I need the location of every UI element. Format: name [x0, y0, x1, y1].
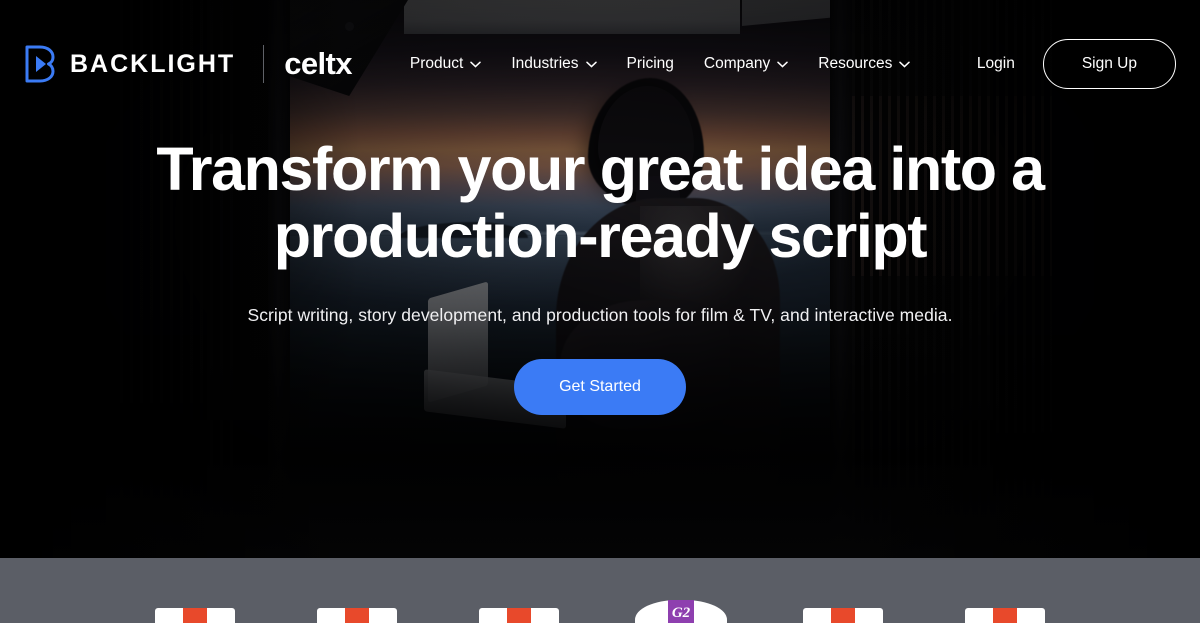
badge-tab-icon — [507, 608, 531, 623]
hero-subheading: Script writing, story development, and p… — [247, 305, 953, 326]
g2-logo-icon: G2 — [668, 600, 694, 623]
sign-up-button[interactable]: Sign Up — [1042, 39, 1176, 89]
nav-item-resources[interactable]: Resources — [818, 55, 911, 73]
get-started-button[interactable]: Get Started — [514, 359, 686, 416]
badge-tab-icon — [345, 608, 369, 623]
nav-item-pricing[interactable]: Pricing — [627, 55, 674, 73]
brand-name: BACKLIGHT — [70, 49, 236, 78]
header-actions: Login Sign Up — [977, 39, 1176, 89]
brand-divider — [263, 45, 265, 83]
page-title: Transform your great idea into a product… — [156, 135, 1045, 271]
site-header: BACKLIGHT celtx Product Industries Prici… — [0, 0, 1200, 128]
brand-lockup[interactable]: BACKLIGHT celtx — [24, 45, 352, 83]
chevron-down-icon — [899, 61, 911, 68]
review-badge-5[interactable] — [803, 608, 883, 623]
badge-tab-icon — [831, 608, 855, 623]
nav-item-company[interactable]: Company — [704, 55, 788, 73]
nav-item-label: Company — [703, 55, 771, 72]
chevron-down-icon — [777, 61, 788, 68]
nav-item-product[interactable]: Product — [409, 55, 482, 73]
product-name: celtx — [284, 46, 352, 81]
login-link[interactable]: Login — [977, 55, 1015, 73]
badge-tab-icon — [183, 608, 207, 623]
nav-item-label: Industries — [511, 55, 579, 72]
review-badge-2[interactable] — [317, 608, 397, 623]
review-badge-1[interactable] — [155, 608, 235, 623]
badge-tab-icon — [993, 608, 1017, 623]
chevron-down-icon — [470, 61, 482, 68]
review-badge-3[interactable] — [479, 608, 559, 623]
chevron-down-icon — [585, 61, 597, 68]
nav-item-label: Resources — [818, 55, 893, 72]
headline-line-1: Transform your great idea into a — [156, 135, 1045, 203]
page-root: BACKLIGHT celtx Product Industries Prici… — [0, 0, 1200, 623]
g2-glyph-label: G2 — [671, 605, 691, 621]
review-badge-6[interactable] — [965, 608, 1045, 623]
nav-item-label: Product — [409, 55, 464, 72]
g2-review-badge[interactable]: G2 — [635, 600, 727, 623]
backlight-b-play-logo-icon — [24, 45, 56, 83]
nav-item-label: Pricing — [626, 55, 674, 72]
nav-item-industries[interactable]: Industries — [511, 55, 597, 73]
badge-row: G2 — [0, 558, 1200, 623]
main-navigation: Product Industries Pricing Company Resou… — [409, 55, 911, 73]
headline-line-2: production-ready script — [273, 202, 928, 271]
review-badge-strip: G2 — [0, 558, 1200, 623]
